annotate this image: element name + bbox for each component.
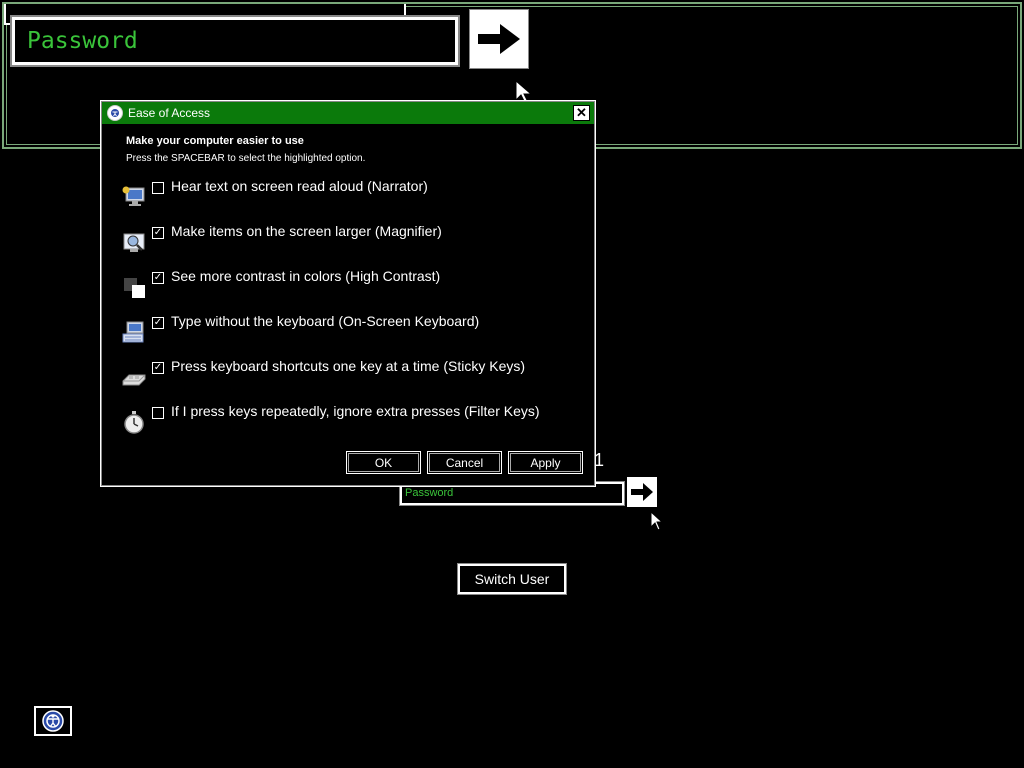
magnifier-label: Make items on the screen larger (Magnifi… bbox=[171, 223, 442, 239]
option-magnifier[interactable]: ✓ Make items on the screen larger (Magni… bbox=[121, 223, 442, 255]
ease-of-access-dialog: Ease of Access ✕ Make your computer easi… bbox=[100, 100, 596, 487]
magnifier-checkbox[interactable]: ✓ bbox=[152, 227, 164, 239]
mouse-cursor-icon bbox=[650, 511, 664, 531]
cancel-button[interactable]: Cancel bbox=[427, 451, 502, 474]
switch-user-button[interactable]: Switch User bbox=[457, 563, 567, 595]
dialog-title: Ease of Access bbox=[128, 106, 211, 120]
ease-of-access-button[interactable] bbox=[34, 706, 72, 736]
sticky-keys-checkbox[interactable]: ✓ bbox=[152, 362, 164, 374]
option-high-contrast[interactable]: ✓ See more contrast in colors (High Cont… bbox=[121, 268, 440, 300]
filter-keys-icon bbox=[121, 409, 147, 435]
option-filter-keys[interactable]: If I press keys repeatedly, ignore extra… bbox=[121, 403, 540, 435]
high-contrast-checkbox[interactable]: ✓ bbox=[152, 272, 164, 284]
password-placeholder: Password bbox=[405, 487, 454, 499]
high-contrast-icon bbox=[121, 274, 147, 300]
on-screen-keyboard-icon bbox=[121, 319, 147, 345]
magnified-password-field[interactable]: Password bbox=[10, 15, 460, 67]
right-arrow-icon bbox=[631, 483, 653, 501]
right-arrow-icon bbox=[478, 24, 520, 54]
option-sticky-keys[interactable]: ✓ Press keyboard shortcuts one key at a … bbox=[121, 358, 525, 390]
sticky-keys-label: Press keyboard shortcuts one key at a ti… bbox=[171, 358, 526, 374]
high-contrast-label: See more contrast in colors (High Contra… bbox=[171, 268, 441, 284]
magnifier-icon bbox=[121, 229, 147, 255]
close-button[interactable]: ✕ bbox=[573, 105, 590, 121]
narrator-checkbox[interactable] bbox=[152, 182, 164, 194]
sticky-keys-icon bbox=[121, 364, 147, 390]
on-screen-keyboard-label: Type without the keyboard (On-Screen Key… bbox=[171, 313, 480, 329]
magnified-password-placeholder: Password bbox=[27, 28, 138, 54]
option-on-screen-keyboard[interactable]: ✓ Type without the keyboard (On-Screen K… bbox=[121, 313, 479, 345]
apply-button[interactable]: Apply bbox=[508, 451, 583, 474]
dialog-instructions: Press the SPACEBAR to select the highlig… bbox=[126, 153, 366, 164]
magnified-submit-button[interactable] bbox=[469, 9, 529, 69]
ease-of-access-icon bbox=[42, 710, 64, 732]
dialog-heading: Make your computer easier to use bbox=[126, 135, 304, 147]
ease-of-access-icon bbox=[107, 105, 123, 121]
submit-button[interactable] bbox=[627, 477, 657, 507]
close-icon: ✕ bbox=[576, 105, 587, 120]
dialog-title-bar[interactable]: Ease of Access ✕ bbox=[102, 102, 594, 124]
ok-button[interactable]: OK bbox=[346, 451, 421, 474]
option-narrator[interactable]: Hear text on screen read aloud (Narrator… bbox=[121, 178, 428, 210]
narrator-icon bbox=[121, 184, 147, 210]
on-screen-keyboard-checkbox[interactable]: ✓ bbox=[152, 317, 164, 329]
filter-keys-label: If I press keys repeatedly, ignore extra… bbox=[171, 403, 540, 419]
filter-keys-checkbox[interactable] bbox=[152, 407, 164, 419]
narrator-label: Hear text on screen read aloud (Narrator… bbox=[171, 178, 428, 194]
